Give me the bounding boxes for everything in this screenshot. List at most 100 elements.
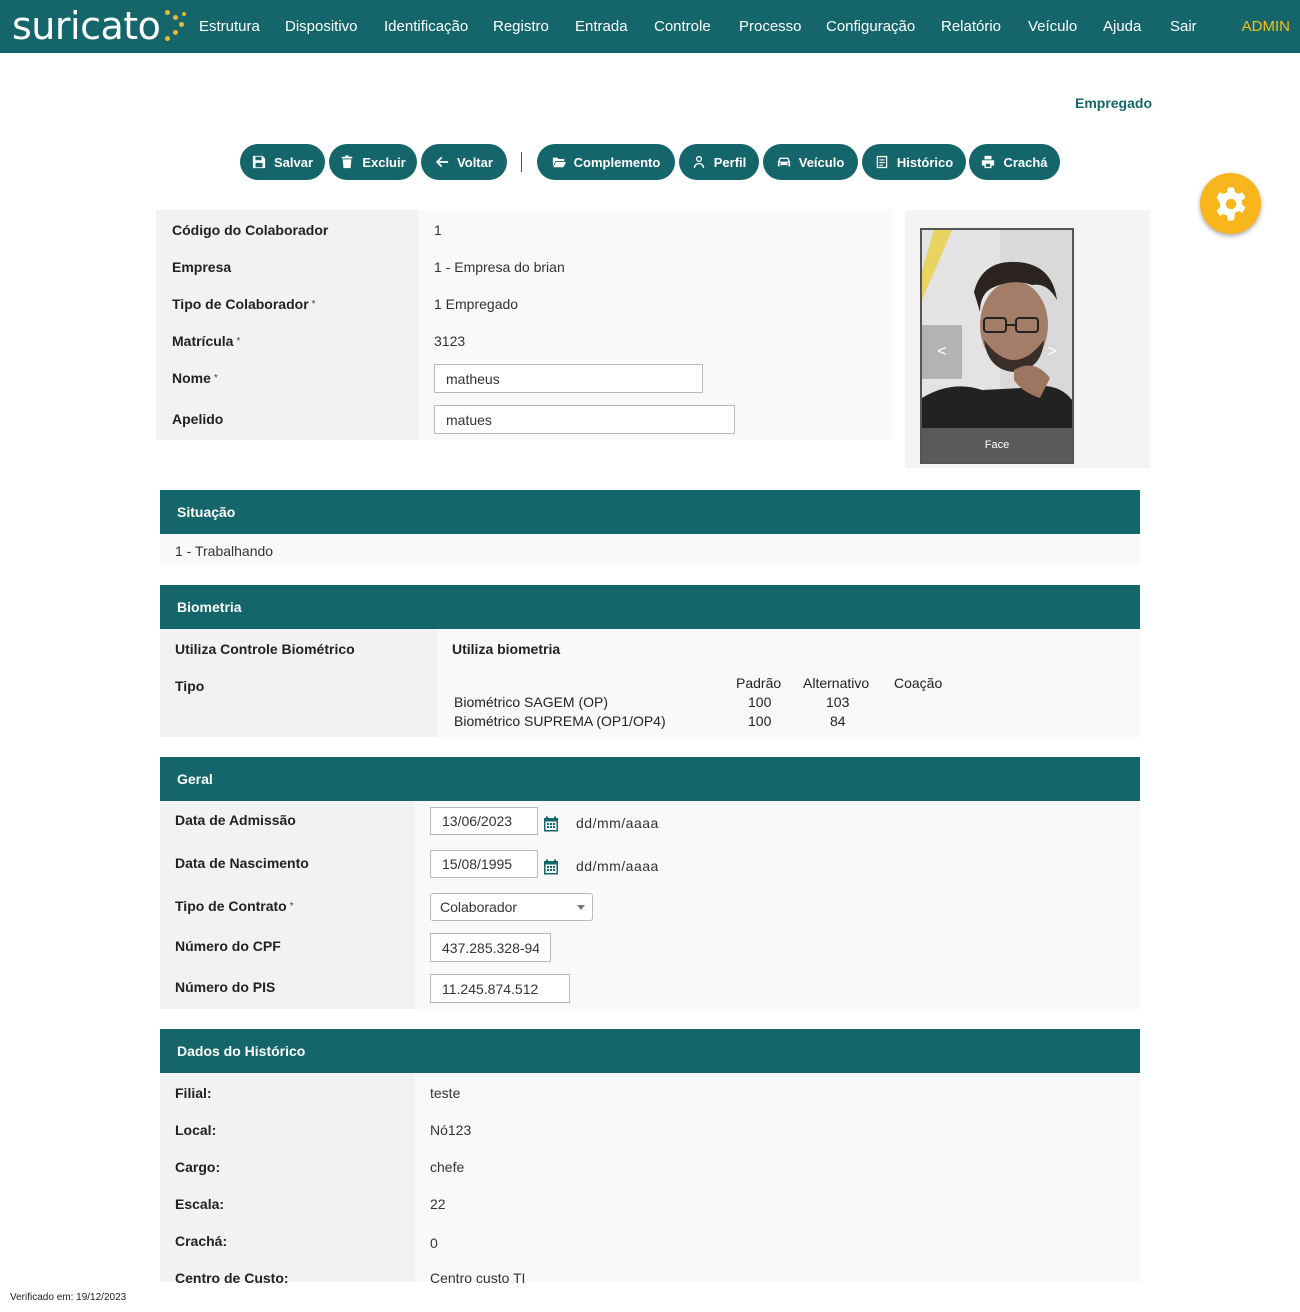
history-location-value: Nó123 (430, 1122, 472, 1138)
profile-button[interactable]: Perfil (679, 144, 759, 180)
nav-estrutura[interactable]: Estrutura (199, 18, 260, 35)
photo-prev-button[interactable]: < (922, 325, 962, 379)
employee-type-label-text: Tipo de Colaborador (172, 296, 309, 312)
history-section-header: Dados do Histórico (160, 1029, 1140, 1073)
arrow-left-icon (435, 156, 449, 168)
required-mark: * (289, 901, 294, 912)
toolbar-divider (521, 152, 522, 172)
pis-input[interactable] (430, 974, 570, 1003)
settings-fab-button[interactable] (1200, 173, 1261, 234)
car-icon (777, 157, 790, 167)
nickname-label: Apelido (172, 411, 224, 427)
biometric-row-padrao: 100 (748, 694, 772, 710)
admission-date-input[interactable] (430, 807, 538, 835)
vehicle-button-label: Veículo (798, 154, 845, 170)
vehicle-button[interactable]: Veículo (763, 144, 858, 180)
col-header-padrao: Padrão (736, 675, 782, 691)
top-navbar: suricato Estrutura Dispositivo Identific… (0, 0, 1300, 53)
code-value: 1 (434, 222, 442, 238)
nav-registro[interactable]: Registro (493, 18, 549, 35)
nav-veiculo[interactable]: Veículo (1028, 18, 1077, 35)
employee-type-value: 1 Empregado (434, 296, 519, 312)
biometric-row-padrao: 100 (748, 713, 772, 729)
col-header-alternativo: Alternativo (803, 675, 870, 691)
uses-biometric-value: Utiliza biometria (452, 641, 561, 657)
profile-button-label: Perfil (713, 154, 747, 170)
admission-date-label: Data de Admissão (175, 812, 296, 828)
history-role-label: Cargo: (175, 1159, 221, 1175)
calendar-icon[interactable] (543, 816, 559, 832)
nav-controle[interactable]: Controle (654, 18, 711, 35)
company-value: 1 - Empresa do brian (434, 259, 565, 275)
history-cost-center-value: Centro custo TI (430, 1270, 526, 1286)
contract-type-select[interactable]: Colaborador (430, 893, 593, 921)
history-schedule-label: Escala: (175, 1196, 225, 1212)
history-role-value: chefe (430, 1159, 465, 1175)
history-branch-label: Filial: (175, 1085, 212, 1101)
nav-relatorio[interactable]: Relatório (941, 18, 1001, 35)
uses-biometric-label: Utiliza Controle Biométrico (175, 641, 355, 657)
history-location-label: Local: (175, 1122, 217, 1138)
badge-button[interactable]: Crachá (969, 144, 1060, 180)
contract-type-selected: Colaborador (440, 899, 518, 915)
biometric-type-label: Tipo (175, 678, 205, 694)
biometrics-section-header: Biometria (160, 585, 1140, 629)
nav-ajuda[interactable]: Ajuda (1103, 18, 1141, 35)
contract-type-label-text: Tipo de Contrato (175, 898, 287, 914)
situation-section-body: 1 - Trabalhando (160, 534, 1140, 564)
nav-processo[interactable]: Processo (739, 18, 802, 35)
nav-configuracao[interactable]: Configuração (826, 18, 915, 35)
general-section-header: Geral (160, 757, 1140, 801)
nav-sair[interactable]: Sair (1170, 18, 1197, 35)
action-toolbar: Salvar Excluir Voltar Complemento Perfil… (0, 144, 1300, 180)
nav-dispositivo[interactable]: Dispositivo (285, 18, 358, 35)
chevron-down-icon (577, 905, 585, 910)
registration-value: 3123 (434, 333, 466, 349)
date-format-hint: dd/mm/aaaa (576, 858, 659, 874)
name-label-text: Nome (172, 370, 211, 386)
pis-label: Número do PIS (175, 979, 276, 995)
required-mark: * (236, 336, 241, 347)
page-title: Empregado (1074, 95, 1152, 111)
back-button-label: Voltar (457, 154, 493, 170)
nickname-input[interactable] (434, 405, 735, 434)
biometric-row-name: Biométrico SUPREMA (OP1/OP4) (454, 713, 666, 729)
save-button-label: Salvar (273, 154, 314, 170)
code-label: Código do Colaborador (172, 222, 329, 238)
required-mark: * (213, 373, 218, 384)
situation-value: 1 - Trabalhando (175, 543, 274, 559)
label-column (156, 210, 418, 440)
calendar-icon[interactable] (543, 859, 559, 875)
cpf-label: Número do CPF (175, 938, 281, 954)
nav-entrada[interactable]: Entrada (575, 18, 628, 35)
name-input[interactable] (434, 364, 703, 393)
photo-carousel: < > Face (920, 228, 1074, 464)
delete-button-label: Excluir (362, 154, 406, 170)
history-schedule-value: 22 (430, 1196, 446, 1212)
gear-icon (1216, 187, 1245, 220)
company-label: Empresa (172, 259, 232, 275)
back-button[interactable]: Voltar (421, 144, 507, 180)
biometric-row-alternativo: 84 (830, 713, 846, 729)
required-mark: * (311, 299, 316, 310)
biometric-row-alternativo: 103 (826, 694, 850, 710)
verified-footer: Verificado em: 19/12/2023 (10, 1292, 127, 1303)
user-icon (693, 155, 704, 169)
suricato-logo[interactable]: suricato (12, 3, 188, 49)
col-header-coacao: Coação (894, 675, 943, 691)
user-admin-link[interactable]: ADMIN (1242, 18, 1290, 35)
complement-button-label: Complemento (573, 154, 661, 170)
cpf-input[interactable] (430, 933, 551, 962)
complement-button[interactable]: Complemento (537, 144, 675, 180)
photo-next-button[interactable]: > (1032, 325, 1072, 379)
employee-main-form: Código do Colaborador 1 Empresa 1 - Empr… (156, 210, 892, 440)
history-button[interactable]: Histórico (862, 144, 966, 180)
employee-type-label: Tipo de Colaborador * (172, 296, 316, 312)
birth-date-input[interactable] (430, 850, 538, 878)
history-branch-value: teste (430, 1085, 461, 1101)
delete-button[interactable]: Excluir (329, 144, 417, 180)
nav-identificacao[interactable]: Identificação (384, 18, 468, 35)
save-button[interactable]: Salvar (240, 144, 325, 180)
trash-icon (342, 155, 353, 169)
history-section-body: Filial: teste Local: Nó123 Cargo: chefe … (160, 1073, 1140, 1286)
